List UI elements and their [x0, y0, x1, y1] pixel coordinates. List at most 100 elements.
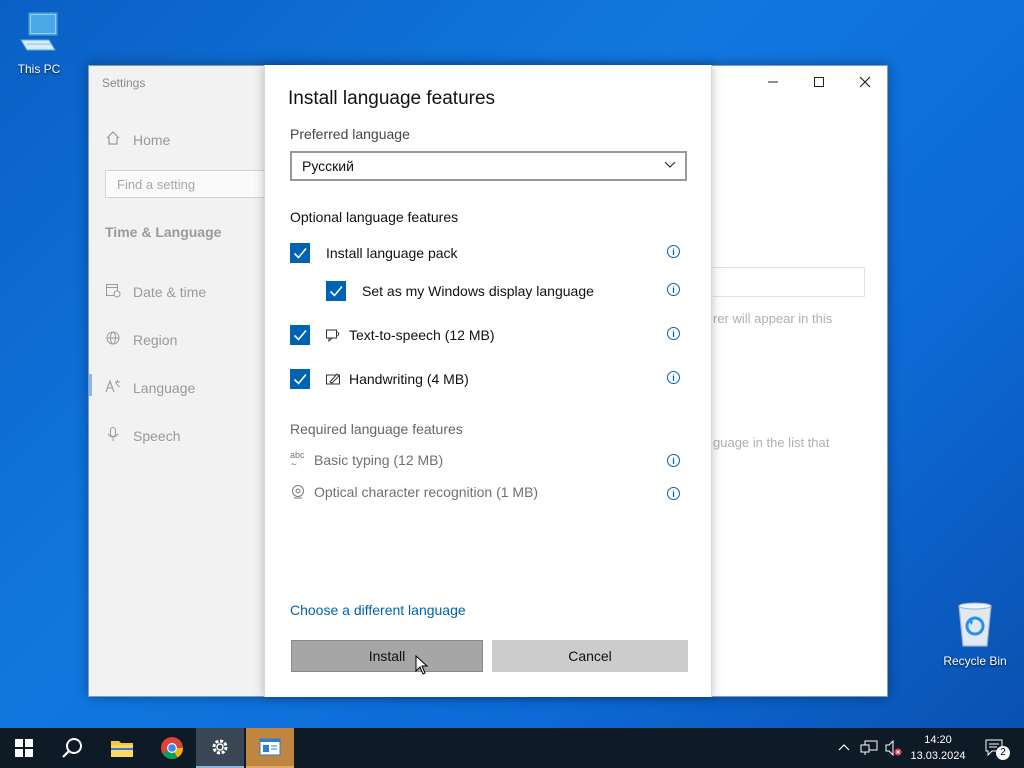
network-tray-icon[interactable] — [858, 728, 880, 768]
background-text: rer will appear in this — [713, 311, 833, 326]
checkbox-text-to-speech[interactable] — [290, 325, 310, 345]
abc-typing-icon: abc ∼ — [290, 450, 305, 469]
checkmark-icon — [329, 285, 343, 297]
info-icon[interactable]: i — [667, 371, 680, 384]
sidebar-section-title: Time & Language — [105, 224, 222, 240]
minimize-button[interactable] — [750, 70, 796, 94]
feature-install-language-pack: Install language pack — [290, 243, 458, 263]
feature-handwriting: Handwriting (4 MB) — [290, 369, 469, 389]
info-icon[interactable]: i — [667, 487, 680, 500]
app-taskbar-button[interactable] — [246, 728, 294, 768]
settings-sidebar: Settings Home Find a setting Time & Lang… — [89, 66, 275, 696]
microphone-icon — [105, 426, 121, 445]
info-icon[interactable]: i — [667, 454, 680, 467]
preferred-language-dropdown[interactable]: Русский — [290, 151, 687, 181]
handwriting-icon — [325, 371, 341, 387]
chrome-icon — [161, 737, 183, 759]
calendar-clock-icon — [105, 282, 121, 301]
clock-time: 14:20 — [924, 734, 952, 746]
feature-display-language: Set as my Windows display language — [326, 281, 594, 301]
checkmark-icon — [293, 373, 307, 385]
feature-text-to-speech: Text-to-speech (12 MB) — [290, 325, 495, 345]
globe-icon — [105, 330, 121, 349]
close-button[interactable] — [842, 70, 888, 94]
button-label: Install — [368, 648, 406, 664]
sidebar-item-speech[interactable]: Speech — [105, 426, 180, 445]
maximize-icon — [814, 77, 824, 87]
sidebar-item-label: Speech — [133, 427, 181, 444]
checkbox-install-language-pack[interactable] — [290, 243, 310, 263]
start-button[interactable] — [0, 728, 48, 768]
minimize-icon — [768, 81, 778, 83]
button-label: Cancel — [568, 648, 612, 664]
home-icon — [105, 130, 121, 149]
maximize-button[interactable] — [796, 70, 842, 94]
dialog-title: Install language features — [288, 88, 496, 109]
sidebar-item-language[interactable]: Language — [105, 378, 195, 397]
cancel-button[interactable]: Cancel — [492, 640, 688, 672]
preferred-language-label: Preferred language — [290, 126, 410, 142]
chrome-button[interactable] — [148, 728, 196, 768]
volume-tray-icon[interactable] — [882, 728, 904, 768]
volume-muted-icon — [885, 740, 902, 756]
recycle-bin-icon — [940, 600, 1010, 651]
checkbox-handwriting[interactable] — [290, 369, 310, 389]
gear-icon — [212, 739, 228, 755]
mouse-cursor-icon — [415, 655, 429, 675]
required-ocr: Optical character recognition (1 MB) — [290, 484, 538, 500]
feature-label: Text-to-speech (12 MB) — [349, 327, 495, 343]
info-icon[interactable]: i — [667, 283, 680, 296]
active-indicator — [89, 374, 92, 396]
checkbox-display-language[interactable] — [326, 281, 346, 301]
choose-different-language-link[interactable]: Choose a different language — [290, 602, 466, 618]
search-button[interactable] — [48, 728, 96, 768]
sidebar-item-label: Date & time — [133, 283, 207, 300]
checkmark-icon — [293, 329, 307, 341]
search-icon — [62, 738, 82, 758]
windows-logo-icon — [15, 739, 33, 757]
speech-icon — [325, 327, 341, 343]
feature-label: Basic typing (12 MB) — [314, 452, 444, 468]
chevron-up-icon — [838, 744, 850, 751]
settings-taskbar-button[interactable] — [196, 728, 244, 768]
show-hidden-icons-button[interactable] — [834, 728, 854, 768]
optional-features-label: Optional language features — [290, 209, 459, 225]
notification-badge: 2 — [996, 746, 1010, 760]
window-app-icon — [259, 738, 281, 756]
taskbar-clock[interactable]: 14:20 13.03.2024 — [904, 732, 972, 764]
desktop-icon-label: Recycle Bin — [943, 654, 1007, 668]
desktop-icon-recycle-bin[interactable]: Recycle Bin — [940, 600, 1010, 668]
feature-label: Set as my Windows display language — [362, 283, 594, 299]
computer-icon — [4, 10, 74, 59]
ocr-icon — [290, 484, 306, 500]
background-text: guage in the list that — [713, 435, 830, 450]
install-language-dialog: Install language features Preferred lang… — [264, 65, 712, 697]
notification-center-button[interactable]: 2 — [980, 728, 1010, 768]
settings-search-input[interactable]: Find a setting — [105, 170, 275, 198]
taskbar: 14:20 13.03.2024 2 — [0, 728, 1024, 768]
feature-label: Handwriting (4 MB) — [349, 371, 469, 387]
info-icon[interactable]: i — [667, 327, 680, 340]
sidebar-item-region[interactable]: Region — [105, 330, 177, 349]
clock-date: 13.03.2024 — [910, 750, 966, 762]
required-features-label: Required language features — [290, 421, 463, 437]
checkmark-icon — [293, 247, 307, 259]
network-icon — [860, 740, 878, 755]
sidebar-item-label: Language — [133, 379, 196, 396]
install-button[interactable]: Install — [291, 640, 483, 672]
sidebar-item-label: Home — [133, 131, 171, 148]
info-icon[interactable]: i — [667, 245, 680, 258]
background-dropdown — [713, 267, 865, 297]
desktop-icon-this-pc[interactable]: This PC — [4, 10, 74, 76]
app-title: Settings — [102, 76, 146, 90]
file-explorer-button[interactable] — [98, 728, 146, 768]
sidebar-item-home[interactable]: Home — [105, 130, 170, 149]
sidebar-item-date-time[interactable]: Date & time — [105, 282, 206, 301]
feature-label: Optical character recognition (1 MB) — [314, 484, 539, 500]
desktop-icon-label: This PC — [17, 62, 61, 76]
feature-label: Install language pack — [326, 245, 458, 261]
folder-icon — [111, 741, 133, 757]
sidebar-item-label: Region — [133, 331, 178, 348]
dropdown-value: Русский — [302, 158, 354, 174]
language-icon — [105, 378, 121, 397]
